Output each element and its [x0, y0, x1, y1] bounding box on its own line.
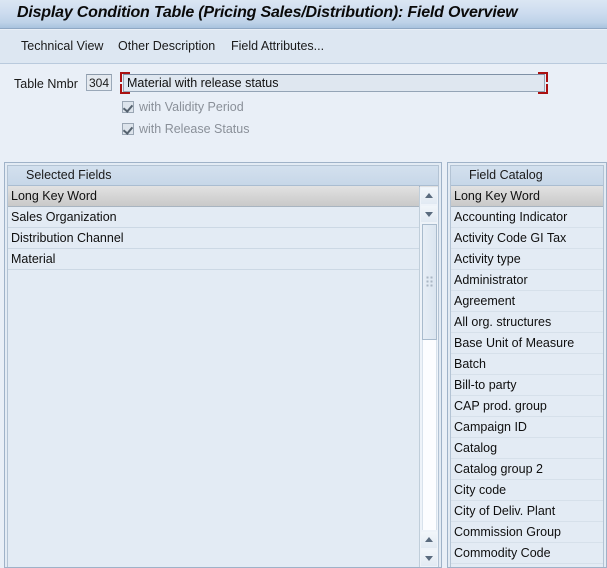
- selected-fields-panel: Selected Fields Long Key Word Sales Orga…: [4, 162, 442, 568]
- scrollbar-thumb[interactable]: [422, 224, 437, 340]
- field-catalog-row[interactable]: Commodity Code: [451, 543, 603, 564]
- field-catalog-row[interactable]: Campaign ID: [451, 417, 603, 438]
- toolbar-button-other-description[interactable]: Other Description: [115, 38, 218, 54]
- checkbox-with-validity-period[interactable]: [122, 101, 134, 113]
- field-catalog-panel-title: Field Catalog: [451, 166, 603, 186]
- field-catalog-row[interactable]: Catalog group 2: [451, 459, 603, 480]
- description-field-wrapper: [120, 72, 548, 94]
- field-catalog-row[interactable]: Activity type: [451, 249, 603, 270]
- selected-fields-column-header-label: Long Key Word: [11, 189, 97, 203]
- field-catalog-row[interactable]: City code: [451, 480, 603, 501]
- description-input[interactable]: [123, 74, 545, 92]
- selected-fields-panel-title: Selected Fields: [8, 166, 438, 186]
- field-catalog-row[interactable]: All org. structures: [451, 312, 603, 333]
- table-nmbr-input[interactable]: [86, 74, 112, 91]
- field-catalog-list[interactable]: Accounting Indicator Activity Code GI Tax…: [451, 207, 603, 564]
- field-catalog-column-header-label: Long Key Word: [454, 189, 540, 203]
- checkbox-row-with-validity-period[interactable]: with Validity Period: [122, 98, 244, 116]
- field-catalog-row[interactable]: Bill-to party: [451, 375, 603, 396]
- table-nmbr-label: Table Nmbr: [14, 77, 78, 91]
- toolbar: Technical View Other Description Field A…: [0, 30, 607, 64]
- field-catalog-row[interactable]: Base Unit of Measure: [451, 333, 603, 354]
- field-catalog-panel-inner: Field Catalog Long Key Word Accounting I…: [450, 165, 604, 567]
- scroll-down-button-bottom[interactable]: [421, 550, 437, 566]
- selected-fields-row[interactable]: Material: [8, 249, 438, 270]
- field-catalog-row[interactable]: Administrator: [451, 270, 603, 291]
- selected-fields-row[interactable]: Distribution Channel: [8, 228, 438, 249]
- field-catalog-row[interactable]: Accounting Indicator: [451, 207, 603, 228]
- scroll-down-button-top[interactable]: [421, 206, 437, 222]
- form-area: Table Nmbr with Validity Period with Rel…: [0, 65, 607, 150]
- selected-fields-column-header[interactable]: Long Key Word: [8, 186, 438, 207]
- field-catalog-row[interactable]: Batch: [451, 354, 603, 375]
- scroll-up-button-top[interactable]: [421, 188, 437, 204]
- selected-fields-row[interactable]: Sales Organization: [8, 207, 438, 228]
- window-title-bar: Display Condition Table (Pricing Sales/D…: [0, 0, 607, 29]
- field-catalog-panel: Field Catalog Long Key Word Accounting I…: [447, 162, 607, 568]
- scroll-up-button-bottom[interactable]: [421, 532, 437, 548]
- scrollbar-grip-icon: [426, 276, 433, 288]
- checkbox-label-with-release-status: with Release Status: [139, 122, 250, 136]
- field-catalog-row[interactable]: Activity Code GI Tax: [451, 228, 603, 249]
- checkbox-row-with-release-status[interactable]: with Release Status: [122, 120, 249, 138]
- selected-fields-panel-inner: Selected Fields Long Key Word Sales Orga…: [7, 165, 439, 567]
- field-catalog-row[interactable]: City of Deliv. Plant: [451, 501, 603, 522]
- selected-fields-scrollbar[interactable]: [419, 187, 438, 567]
- toolbar-button-technical-view[interactable]: Technical View: [18, 38, 106, 54]
- page-title: Display Condition Table (Pricing Sales/D…: [17, 4, 518, 21]
- field-catalog-row[interactable]: Catalog: [451, 438, 603, 459]
- toolbar-button-field-attributes[interactable]: Field Attributes...: [228, 38, 327, 54]
- checkbox-with-release-status[interactable]: [122, 123, 134, 135]
- field-catalog-column-header[interactable]: Long Key Word: [451, 186, 603, 207]
- checkbox-label-with-validity-period: with Validity Period: [139, 100, 244, 114]
- field-catalog-row[interactable]: Agreement: [451, 291, 603, 312]
- field-catalog-row[interactable]: CAP prod. group: [451, 396, 603, 417]
- selected-fields-list[interactable]: Sales Organization Distribution Channel Ma…: [8, 207, 438, 270]
- field-catalog-row[interactable]: Commission Group: [451, 522, 603, 543]
